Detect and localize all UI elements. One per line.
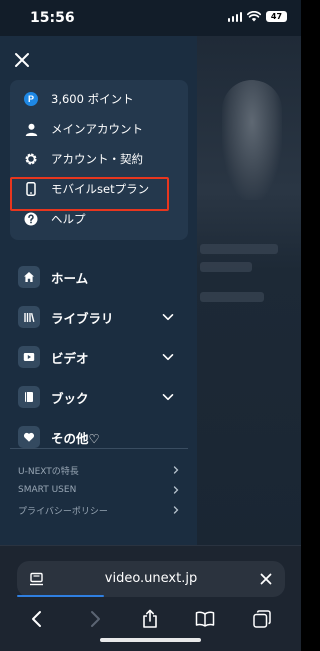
tabs-icon (253, 610, 271, 628)
book-open-icon (195, 611, 215, 627)
signal-icon (227, 11, 242, 22)
chevron-right-icon (173, 506, 179, 514)
load-progress-bar (17, 595, 104, 597)
points-item[interactable]: P 3,600 ポイント (10, 84, 188, 114)
account-contract-item[interactable]: アカウント・契約 (10, 144, 188, 174)
chevron-right-icon (173, 466, 179, 474)
points-icon: P (24, 92, 38, 106)
back-button[interactable] (26, 608, 48, 630)
book-icon (25, 392, 33, 402)
divider (10, 448, 188, 449)
link-privacy-policy[interactable]: プライバシーポリシー (18, 502, 180, 518)
nav-label-home: ホーム (51, 270, 89, 286)
chevron-left-icon (32, 611, 41, 627)
gear-icon (25, 153, 37, 165)
help-label: ヘルプ (51, 212, 86, 226)
nav-label-library: ライブラリ (51, 310, 114, 326)
nav-label-video: ビデオ (51, 350, 89, 366)
link-label: プライバシーポリシー (18, 506, 108, 517)
status-time: 15:56 (30, 10, 75, 26)
nav-label-book: ブック (51, 390, 89, 406)
nav-item-other[interactable]: その他♡ (18, 425, 188, 449)
url-text[interactable]: video.unext.jp (17, 571, 285, 586)
background-text-block (200, 244, 278, 254)
share-icon (143, 609, 157, 628)
chevron-down-icon[interactable] (162, 351, 174, 363)
background-text-block (200, 262, 252, 272)
close-icon[interactable] (12, 50, 32, 70)
tabs-button[interactable] (251, 608, 273, 630)
share-button[interactable] (139, 608, 161, 630)
link-unext-features[interactable]: U-NEXTの特長 (18, 462, 180, 478)
background-thumbnail (222, 80, 282, 200)
video-icon (23, 353, 35, 361)
status-icons: 47 (227, 11, 287, 22)
bookmarks-button[interactable] (194, 608, 216, 630)
side-drawer: P 3,600 ポイント メインアカウント アカウント・契約 モバイルsetプラ… (0, 36, 197, 556)
link-label: U-NEXTの特長 (18, 466, 79, 477)
wifi-icon (247, 11, 261, 22)
highlight-box (10, 177, 169, 211)
help-icon (24, 212, 38, 226)
nav-item-book[interactable]: ブック (18, 385, 188, 409)
account-card: P 3,600 ポイント メインアカウント アカウント・契約 モバイルsetプラ… (10, 80, 188, 240)
chevron-down-icon[interactable] (162, 311, 174, 323)
main-account-item[interactable]: メインアカウント (10, 114, 188, 144)
close-icon[interactable] (259, 572, 273, 586)
chevron-right-icon (173, 486, 179, 494)
person-icon (25, 123, 37, 136)
link-label: SMART USEN (18, 485, 77, 495)
library-icon (24, 313, 35, 322)
chevron-down-icon[interactable] (162, 391, 174, 403)
browser-toolbar: video.unext.jp (0, 545, 301, 651)
nav-item-home[interactable]: ホーム (18, 265, 188, 289)
battery-icon: 47 (266, 11, 287, 22)
chevron-right-icon (91, 611, 100, 627)
forward-button[interactable] (84, 608, 106, 630)
points-label: 3,600 ポイント (51, 92, 134, 106)
nav-item-library[interactable]: ライブラリ (18, 305, 188, 329)
home-indicator (100, 638, 201, 642)
screen: 15:56 47 P 3,600 ポイント メインアカウント アカウント・契約 … (0, 0, 301, 651)
background-text-block (200, 292, 264, 302)
home-icon (24, 272, 34, 282)
link-smart-usen[interactable]: SMART USEN (18, 482, 180, 498)
nav-item-video[interactable]: ビデオ (18, 345, 188, 369)
status-bar: 15:56 47 (0, 0, 301, 36)
main-account-label: メインアカウント (51, 122, 143, 136)
account-contract-label: アカウント・契約 (51, 152, 143, 166)
heart-icon (23, 432, 35, 442)
address-bar[interactable]: video.unext.jp (17, 561, 285, 597)
nav-label-other: その他♡ (51, 430, 100, 446)
